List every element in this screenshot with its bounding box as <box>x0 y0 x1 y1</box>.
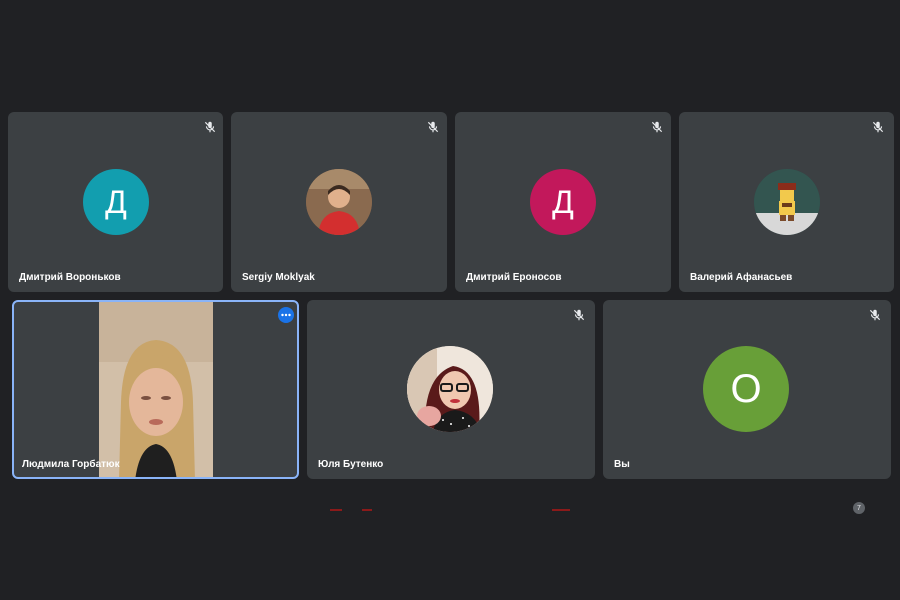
participant-tile-5[interactable]: Людмила Горбатюк <box>12 300 299 479</box>
bottom-bar-fragment <box>330 509 342 511</box>
participant-tile-4[interactable]: Валерий Афанасьев <box>679 112 894 292</box>
participant-tile-7[interactable]: О Вы <box>603 300 891 479</box>
avatar-initial: Д <box>530 169 596 235</box>
participant-tile-3[interactable]: Д Дмитрий Ероносов <box>455 112 671 292</box>
more-options-icon <box>281 313 291 317</box>
mic-off-icon <box>427 121 439 133</box>
participant-count-badge[interactable]: 7 <box>853 502 865 514</box>
mic-off-icon <box>573 309 585 321</box>
bottom-bar-fragment <box>552 509 570 511</box>
participant-name: Вы <box>614 459 630 470</box>
participant-name: Людмила Горбатюк <box>22 459 120 470</box>
bottom-bar-fragment <box>362 509 372 511</box>
participant-tile-6[interactable]: Юля Бутенко <box>307 300 595 479</box>
avatar-initial: О <box>703 346 789 432</box>
participant-name: Юля Бутенко <box>318 459 384 470</box>
participant-name: Дмитрий Ероносов <box>466 272 562 283</box>
video-feed <box>99 302 213 477</box>
more-options-button[interactable] <box>278 307 294 323</box>
mic-off-icon <box>204 121 216 133</box>
participant-name: Sergiy Moklyak <box>242 272 315 283</box>
participant-tile-1[interactable]: Д Дмитрий Вороньков <box>8 112 223 292</box>
avatar-initial: Д <box>83 169 149 235</box>
participant-name: Дмитрий Вороньков <box>19 272 121 283</box>
mic-off-icon <box>651 121 663 133</box>
mic-off-icon <box>869 309 881 321</box>
participant-tile-2[interactable]: Sergiy Moklyak <box>231 112 447 292</box>
participant-name: Валерий Афанасьев <box>690 272 793 283</box>
avatar-photo <box>754 169 820 235</box>
avatar-photo <box>407 346 493 432</box>
mic-off-icon <box>872 121 884 133</box>
avatar-photo <box>306 169 372 235</box>
